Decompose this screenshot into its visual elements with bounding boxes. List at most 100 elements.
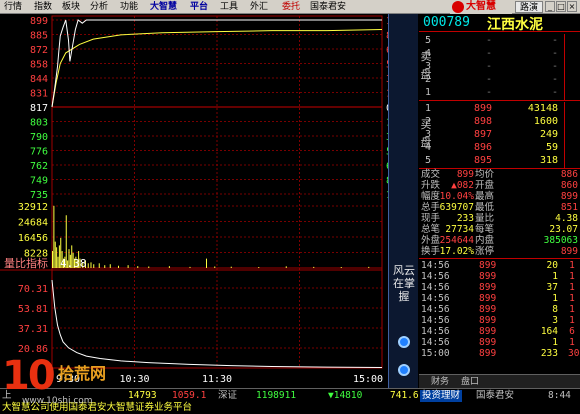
tick-price: 899 <box>479 282 497 293</box>
order-level: 1 <box>425 103 432 114</box>
buy-order-row: 3 897 249 <box>419 128 580 142</box>
menu-item[interactable]: 板块 <box>62 1 80 13</box>
roadshow-button[interactable]: 路演 <box>515 1 543 13</box>
tick-count: 1 <box>569 260 575 271</box>
tick-volume: 1 <box>552 293 558 304</box>
stat-label: 开盘 <box>475 180 495 191</box>
stat-row: 换手 17.02% 涨停 899 <box>419 246 580 257</box>
sh-label: 上 <box>2 390 12 401</box>
sh-index: 1059.1 <box>172 390 207 401</box>
stat-label: 幅度 <box>421 191 441 202</box>
menu-item[interactable]: 平台 <box>190 1 208 13</box>
news-ticker[interactable]: 大智慧公司使用国泰君安大智慧证券业务平台 <box>0 402 580 414</box>
tick-row: 14:56 899 20 1 <box>419 260 580 271</box>
tick-time: 14:56 <box>421 271 450 282</box>
menu-item[interactable]: 功能 <box>120 1 138 13</box>
tick-volume: 20 <box>546 260 558 271</box>
stat-label: 最低 <box>475 202 495 213</box>
side-tab-strip[interactable]: 风云在掌握 <box>388 14 418 388</box>
stat-value: 10.04% <box>439 191 474 202</box>
tick-time: 15:00 <box>421 348 450 359</box>
app-logo: 大智慧 <box>450 0 512 14</box>
tick-row: 14:56 899 3 1 <box>419 315 580 326</box>
tick-volume: 3 <box>552 315 558 326</box>
tick-time: 14:56 <box>421 315 450 326</box>
menu-item[interactable]: 国泰君安 <box>310 1 346 13</box>
menu-item[interactable]: 委托 <box>282 1 300 13</box>
intraday-chart[interactable]: 89910.00%8858.36%8726.69%8585.02%8443.35… <box>0 14 388 388</box>
indicator-value: 4.38 <box>60 257 87 270</box>
stat-row: 外盘 254644 内盘 385063 <box>419 235 580 246</box>
stock-name: 江西水泥 <box>487 17 543 33</box>
stat-value: 899 <box>456 169 474 180</box>
menu-item[interactable]: 外汇 <box>250 1 268 13</box>
buy-order-row: 1 899 43148 <box>419 102 580 116</box>
time-axis-label: 11:30 <box>202 374 232 385</box>
status-bar: 上 14793 1059.1 深证 1198911 ▼14810 741.6 投… <box>0 388 580 402</box>
stat-value: 23.07 <box>549 224 578 235</box>
investment-button[interactable]: 投资理财 <box>420 390 463 402</box>
close-button[interactable]: × <box>567 1 577 12</box>
order-volume: 59 <box>545 142 558 153</box>
tick-row: 14:56 899 1 1 <box>419 271 580 282</box>
sz-amount: 741.6 <box>390 390 419 401</box>
indicator-axis-label: 53.81 <box>18 304 48 315</box>
stat-value: 233 <box>456 213 474 224</box>
stock-header: 000789 江西水泥 <box>419 14 580 33</box>
sz-label: 深证 <box>218 390 238 401</box>
side-strip-text: 风云在掌握 <box>393 264 415 303</box>
tick-time: 14:56 <box>421 260 450 271</box>
minimize-button[interactable]: _ <box>545 1 555 12</box>
stat-label: 每笔 <box>475 224 495 235</box>
tick-count: 1 <box>569 304 575 315</box>
tick-count: 6 <box>569 326 575 337</box>
menu-bar: 行情 指数 板块 分析 功能 大智慧 平台 工具 外汇 委托 国泰君安 大智慧 路演 _ □ × <box>0 0 580 14</box>
tick-volume: 233 <box>540 348 558 359</box>
menu-item[interactable]: 大智慧 <box>150 1 177 13</box>
order-price: - <box>485 74 492 85</box>
tab-finance[interactable]: 财务 <box>431 376 449 388</box>
price-axis-label: 899 <box>30 16 48 27</box>
order-price: 898 <box>473 116 492 127</box>
intraday-chart-area[interactable]: 89910.00%8858.36%8726.69%8585.02%8443.35… <box>0 14 388 388</box>
price-axis-label: 749 <box>30 176 48 187</box>
menu-item[interactable]: 分析 <box>90 1 108 13</box>
tick-row: 14:56 899 8 1 <box>419 304 580 315</box>
logo-text: 大智慧 <box>466 1 496 12</box>
stat-row: 总手 639707 最低 851 <box>419 202 580 213</box>
order-price: - <box>485 35 492 46</box>
divider <box>419 258 580 259</box>
order-price: 897 <box>473 129 492 140</box>
menu-item[interactable]: 工具 <box>220 1 238 13</box>
tick-volume: 164 <box>540 326 558 337</box>
stat-label: 量比 <box>475 213 495 224</box>
divider <box>419 100 580 101</box>
tick-time: 14:56 <box>421 282 450 293</box>
side-circle-icon[interactable] <box>398 336 410 348</box>
logo-icon <box>452 1 464 13</box>
tab-order-book[interactable]: 盘口 <box>461 376 479 388</box>
menu-item[interactable]: 指数 <box>34 1 52 13</box>
stat-label: 升跌 <box>421 180 441 191</box>
stat-value: 639707 <box>439 202 474 213</box>
order-price: 899 <box>473 103 492 114</box>
buy-label: 买盘 <box>420 118 432 149</box>
menu-item[interactable]: 行情 <box>4 1 22 13</box>
price-axis-label: 817 <box>30 103 48 114</box>
tick-count: 1 <box>569 293 575 304</box>
stat-value: 27734 <box>445 224 474 235</box>
tick-time: 14:56 <box>421 326 450 337</box>
order-level: 5 <box>425 35 432 46</box>
side-circle-icon[interactable] <box>398 364 410 376</box>
time-axis-label: 10:30 <box>119 374 149 385</box>
order-volume-bar <box>564 34 576 48</box>
tick-row: 14:56 899 164 6 <box>419 326 580 337</box>
tick-price: 899 <box>479 348 497 359</box>
tick-price: 899 <box>479 271 497 282</box>
order-volume: 43148 <box>527 103 558 114</box>
price-axis-label: 872 <box>30 45 48 56</box>
sell-order-row: 1 - - <box>419 86 580 100</box>
stat-value: 899 <box>560 246 578 257</box>
maximize-button[interactable]: □ <box>556 1 566 12</box>
order-volume-bar <box>564 115 576 129</box>
